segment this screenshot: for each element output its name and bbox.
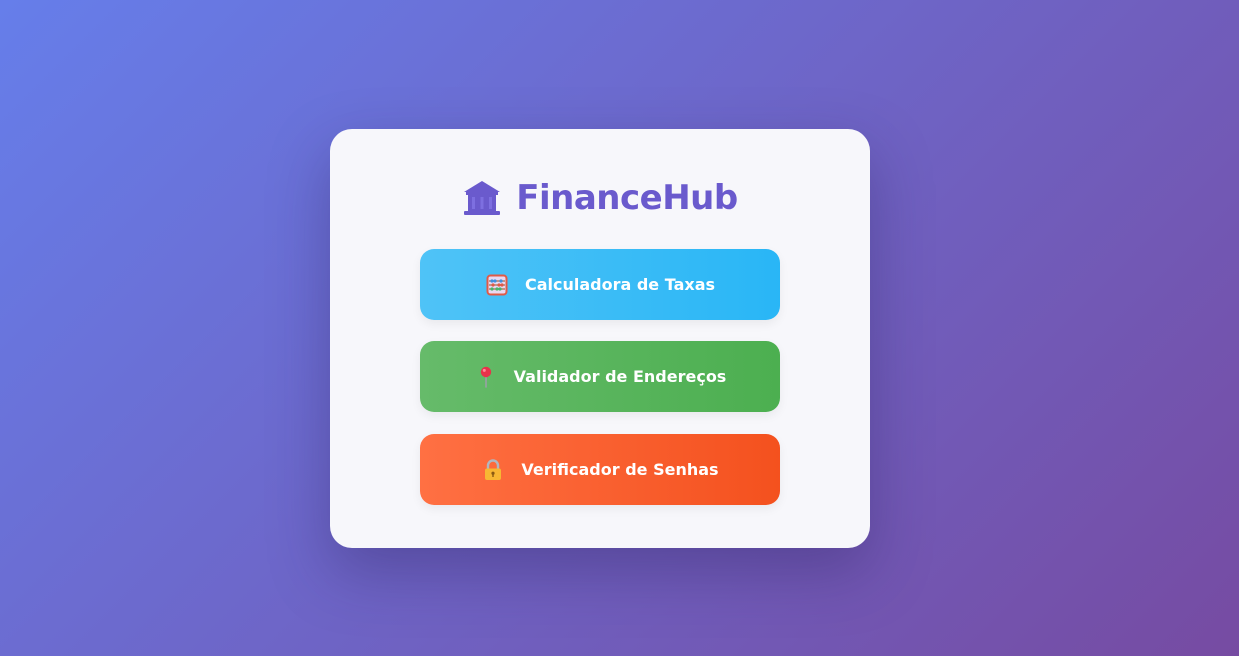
map-pin-icon <box>480 366 491 388</box>
app-title: FinanceHub <box>516 178 738 218</box>
abacus-icon <box>486 274 508 295</box>
password-checker-label: Verificador de Senhas <box>521 460 719 479</box>
padlock-icon <box>485 458 502 480</box>
tax-calculator-label: Calculadora de Taxas <box>524 275 716 294</box>
address-validator-button[interactable]: Validador de Endereços <box>420 341 780 412</box>
bank-icon <box>464 181 501 215</box>
address-validator-label: Validador de Endereços <box>513 367 727 386</box>
password-checker-button[interactable]: Verificador de Senhas <box>420 434 780 505</box>
brand-header: FinanceHub <box>330 177 870 219</box>
main-card: FinanceHub Calculadora de Taxas Validado… <box>330 129 870 548</box>
tax-calculator-button[interactable]: Calculadora de Taxas <box>420 249 780 320</box>
